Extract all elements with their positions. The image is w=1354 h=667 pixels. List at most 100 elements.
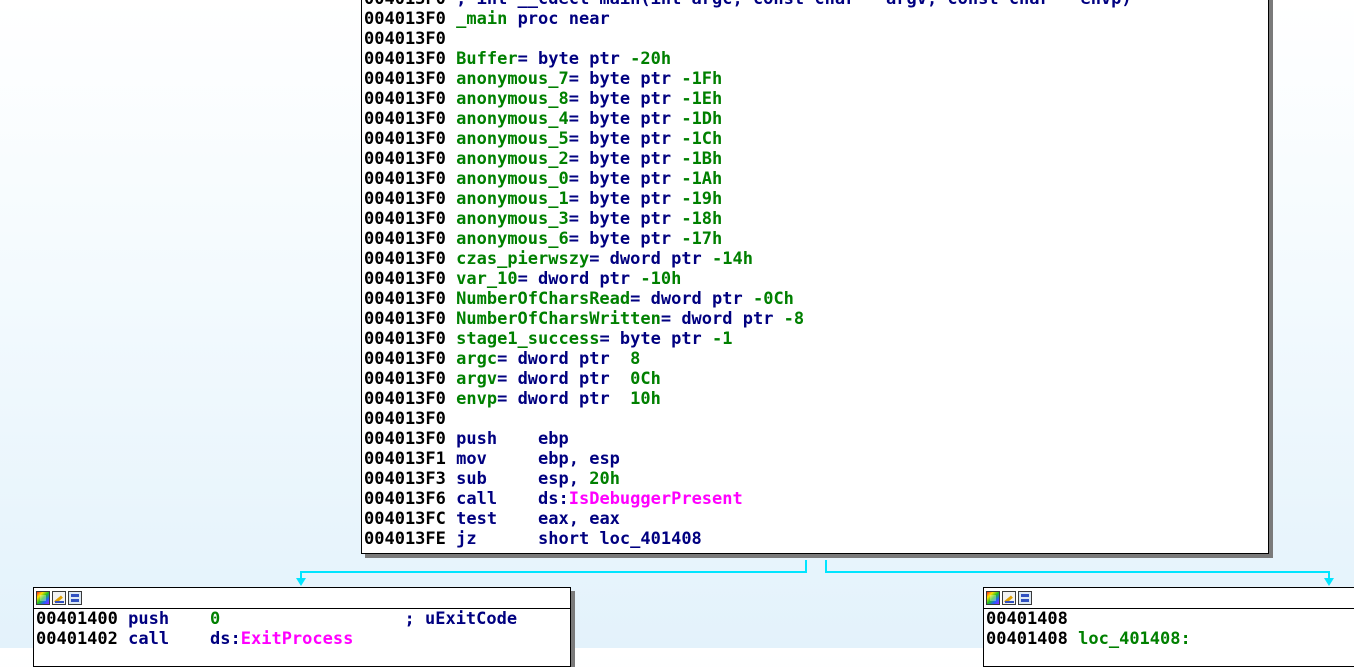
- declaration: = byte ptr: [568, 129, 682, 149]
- import-name[interactable]: ExitProcess: [241, 629, 354, 649]
- numeric-value: -10h: [640, 269, 682, 289]
- address: 004013F0: [364, 89, 446, 109]
- edge-line-to-loc-401408: [825, 560, 1330, 580]
- code-line[interactable]: 004013FE jz short loc_401408: [362, 529, 1132, 549]
- node-color-icon[interactable]: [986, 591, 1000, 605]
- code-line[interactable]: 004013F6 call ds:IsDebuggerPresent: [362, 489, 1132, 509]
- symbol-name[interactable]: stage1_success: [456, 329, 599, 349]
- mnemonic[interactable]: push: [128, 609, 210, 629]
- symbol-name[interactable]: anonymous_1: [456, 189, 569, 209]
- code-line[interactable]: 004013F0: [362, 409, 1132, 429]
- symbol-name[interactable]: NumberOfCharsRead: [456, 289, 630, 309]
- code-line[interactable]: 004013F0 anonymous_4= byte ptr -1Dh: [362, 109, 1132, 129]
- operands[interactable]: ebp, esp: [538, 449, 620, 469]
- symbol-name[interactable]: anonymous_8: [456, 89, 569, 109]
- symbol-name[interactable]: var_10: [456, 269, 517, 289]
- mnemonic[interactable]: jz: [456, 529, 538, 549]
- mnemonic[interactable]: sub: [456, 469, 538, 489]
- operands[interactable]: ds:: [538, 489, 569, 509]
- operands[interactable]: ds:: [210, 629, 241, 649]
- numeric-value: -1Bh: [681, 149, 723, 169]
- code-line[interactable]: 004013F0 envp= dword ptr 10h: [362, 389, 1132, 409]
- code-line[interactable]: 00401402 call ds:ExitProcess: [34, 629, 570, 649]
- code-line[interactable]: 004013F0 anonymous_2= byte ptr -1Bh: [362, 149, 1132, 169]
- symbol-name[interactable]: anonymous_6: [456, 229, 569, 249]
- mnemonic[interactable]: call: [456, 489, 538, 509]
- operands[interactable]: eax, eax: [538, 509, 620, 529]
- code-line[interactable]: 004013F1 mov ebp, esp: [362, 449, 1132, 469]
- code-line[interactable]: 004013F0 NumberOfCharsRead= dword ptr -0…: [362, 289, 1132, 309]
- symbol-name[interactable]: _main: [456, 9, 507, 29]
- code-line[interactable]: 004013F0 argv= dword ptr 0Ch: [362, 369, 1132, 389]
- code-line[interactable]: 004013FC test eax, eax: [362, 509, 1132, 529]
- loc-401408-block[interactable]: 00401408 00401408 loc_401408:: [983, 587, 1354, 667]
- declaration: proc near: [507, 9, 610, 29]
- code-line[interactable]: 004013F0 ; int __cdecl main(int argc, co…: [362, 0, 1132, 9]
- operands[interactable]: esp,: [538, 469, 589, 489]
- symbol-name[interactable]: anonymous_3: [456, 209, 569, 229]
- numeric-value: 0: [210, 609, 221, 629]
- node-group-icon[interactable]: [1018, 591, 1032, 605]
- code-line[interactable]: 004013F0 anonymous_5= byte ptr -1Ch: [362, 129, 1132, 149]
- code-line[interactable]: 004013F0 czas_pierwszy= dword ptr -14h: [362, 249, 1132, 269]
- address: 004013F0: [364, 209, 446, 229]
- symbol-name[interactable]: czas_pierwszy: [456, 249, 589, 269]
- block-titlebar: [984, 588, 1354, 609]
- symbol-name[interactable]: loc_401408:: [1078, 629, 1191, 649]
- symbol-name[interactable]: anonymous_0: [456, 169, 569, 189]
- mnemonic[interactable]: test: [456, 509, 538, 529]
- symbol-name[interactable]: anonymous_2: [456, 149, 569, 169]
- code-line[interactable]: 004013F0: [362, 29, 1132, 49]
- code-line[interactable]: 004013F0 anonymous_6= byte ptr -17h: [362, 229, 1132, 249]
- code-line[interactable]: 004013F0 _main proc near: [362, 9, 1132, 29]
- code-line[interactable]: 004013F0 NumberOfCharsWritten= dword ptr…: [362, 309, 1132, 329]
- address: 004013F0: [364, 309, 446, 329]
- operands[interactable]: ebp: [538, 429, 569, 449]
- address: 004013F0: [364, 229, 446, 249]
- address: 00401402: [36, 629, 118, 649]
- code-line[interactable]: 004013F0 anonymous_7= byte ptr -1Fh: [362, 69, 1132, 89]
- node-color-icon[interactable]: [36, 591, 50, 605]
- code-line[interactable]: 00401408 loc_401408:: [984, 629, 1354, 649]
- declaration: = byte ptr: [568, 169, 682, 189]
- node-rename-icon[interactable]: [1002, 591, 1016, 605]
- code-line[interactable]: 004013F0 anonymous_1= byte ptr -19h: [362, 189, 1132, 209]
- code-line[interactable]: 004013F3 sub esp, 20h: [362, 469, 1132, 489]
- code-line[interactable]: 004013F0 stage1_success= byte ptr -1: [362, 329, 1132, 349]
- symbol-name[interactable]: anonymous_7: [456, 69, 569, 89]
- mnemonic[interactable]: push: [456, 429, 538, 449]
- address: 004013F0: [364, 69, 446, 89]
- code-line[interactable]: 004013F0 Buffer= byte ptr -20h: [362, 49, 1132, 69]
- code-line[interactable]: 004013F0 var_10= dword ptr -10h: [362, 269, 1132, 289]
- code-line[interactable]: 004013F0 argc= dword ptr 8: [362, 349, 1132, 369]
- declaration: = dword ptr: [589, 249, 713, 269]
- code-line[interactable]: 004013F0 anonymous_0= byte ptr -1Ah: [362, 169, 1132, 189]
- symbol-name[interactable]: anonymous_5: [456, 129, 569, 149]
- numeric-value: -1Eh: [681, 89, 723, 109]
- code-line[interactable]: 004013F0 anonymous_3= byte ptr -18h: [362, 209, 1132, 229]
- numeric-value: -8: [783, 309, 805, 329]
- symbol-name[interactable]: argv: [456, 369, 497, 389]
- symbol-name[interactable]: Buffer: [456, 49, 517, 69]
- symbol-name[interactable]: argc: [456, 349, 497, 369]
- edge-true-branch[interactable]: [825, 560, 1334, 586]
- import-name[interactable]: IsDebuggerPresent: [569, 489, 743, 509]
- symbol-name[interactable]: envp: [456, 389, 497, 409]
- address: 004013F0: [364, 249, 446, 269]
- declaration: = byte ptr: [568, 149, 682, 169]
- symbol-name[interactable]: NumberOfCharsWritten: [456, 309, 661, 329]
- mnemonic[interactable]: mov: [456, 449, 538, 469]
- declaration: = byte ptr: [568, 229, 682, 249]
- code-line[interactable]: 004013F0 anonymous_8= byte ptr -1Eh: [362, 89, 1132, 109]
- mnemonic[interactable]: call: [128, 629, 210, 649]
- edge-false-branch[interactable]: [296, 560, 807, 586]
- code-line[interactable]: 00401400 push 0 ; uExitCode: [34, 609, 570, 629]
- node-group-icon[interactable]: [68, 591, 82, 605]
- exit-process-block[interactable]: 00401400 push 0 ; uExitCode 00401402 call…: [33, 587, 571, 667]
- symbol-name[interactable]: anonymous_4: [456, 109, 569, 129]
- code-line[interactable]: 004013F0 push ebp: [362, 429, 1132, 449]
- node-rename-icon[interactable]: [52, 591, 66, 605]
- operands[interactable]: short loc_401408: [538, 529, 702, 549]
- code-line[interactable]: 00401408: [984, 609, 1354, 629]
- main-function-block[interactable]: 004013F0 ; int __cdecl main(int argc, co…: [361, 0, 1269, 554]
